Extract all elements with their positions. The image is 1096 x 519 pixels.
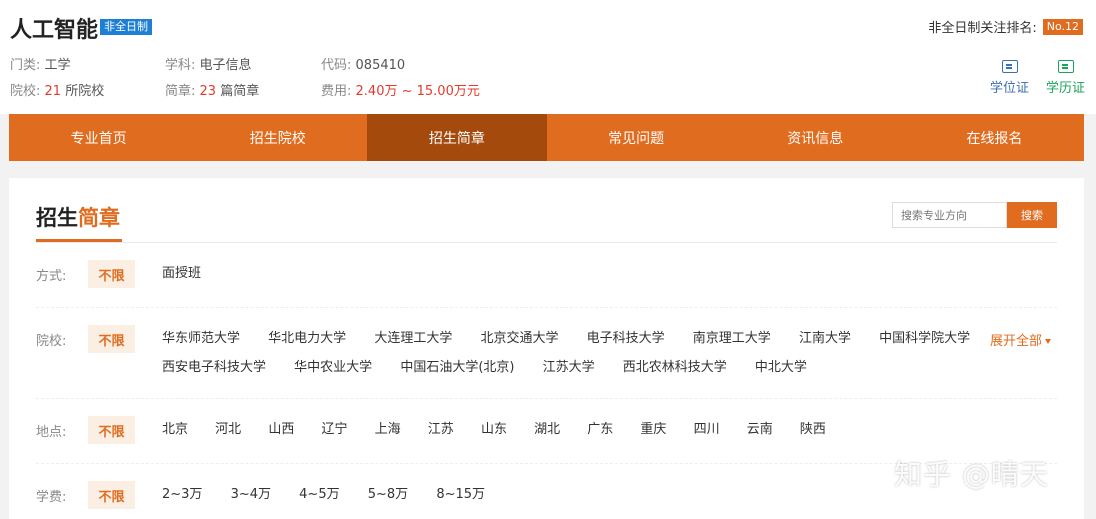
school-option[interactable]: 华北电力大学 (268, 331, 346, 346)
nav-home[interactable]: 专业首页 (9, 114, 188, 161)
filter-options: 华东师范大学 华北电力大学 大连理工大学 北京交通大学 电子科技大学 南京理工大… (162, 329, 994, 387)
attention-rank: 非全日制关注排名: No.12 (928, 17, 1083, 36)
school-option[interactable]: 中北大学 (755, 360, 807, 375)
schools-count: 21 (44, 84, 62, 99)
region-option[interactable]: 重庆 (640, 422, 666, 437)
school-option[interactable]: 大连理工大学 (374, 331, 452, 346)
filter-option[interactable]: 面授班 (162, 266, 201, 281)
page-title: 人工智能 (10, 18, 99, 43)
region-option[interactable]: 北京 (162, 422, 188, 437)
caret-down-icon (1045, 339, 1051, 344)
nav-apply[interactable]: 在线报名 (905, 114, 1084, 161)
school-option[interactable]: 西安电子科技大学 (162, 360, 266, 375)
nav-news[interactable]: 资讯信息 (726, 114, 905, 161)
subject-meta: 学科: 电子信息 (165, 54, 252, 73)
brochure-count: 23 (199, 84, 217, 99)
fee-meta: 费用: 2.40万 ~ 15.00万元 (321, 80, 480, 99)
subject-key: 学科: (165, 58, 196, 73)
edu-cert[interactable]: 学历证 (1046, 60, 1085, 96)
fee-value: 2.40万 ~ 15.00万元 (355, 84, 480, 99)
filter-all-option[interactable]: 不限 (88, 416, 135, 444)
fee-option[interactable]: 5~8万 (368, 487, 408, 502)
row-divider (36, 398, 1057, 399)
degree-cert[interactable]: 学位证 (990, 60, 1029, 96)
school-option[interactable]: 华东师范大学 (162, 331, 240, 346)
certificate-icon (1001, 60, 1018, 73)
region-option[interactable]: 江苏 (428, 422, 454, 437)
filter-label: 学费: (36, 490, 67, 505)
study-mode-badge: 非全日制 (100, 19, 152, 35)
nav-schools[interactable]: 招生院校 (188, 114, 367, 161)
region-option[interactable]: 云南 (747, 422, 773, 437)
expand-all-label: 展开全部 (989, 334, 1042, 349)
school-option[interactable]: 华中农业大学 (294, 360, 372, 375)
filter-all-option[interactable]: 不限 (88, 325, 135, 353)
edu-cert-label: 学历证 (1046, 81, 1086, 96)
direction-search-input[interactable] (892, 202, 1007, 228)
filter-options: 北京 河北 山西 辽宁 上海 江苏 山东 湖北 广东 重庆 四川 云南 陕西 (162, 420, 849, 449)
filter-label: 地点: (36, 425, 67, 440)
filter-label: 院校: (36, 334, 67, 349)
degree-cert-label: 学位证 (990, 81, 1030, 96)
school-option[interactable]: 中国石油大学(北京) (400, 360, 514, 375)
school-option[interactable]: 西北农林科技大学 (623, 360, 727, 375)
major-nav: 专业首页 招生院校 招生简章 常见问题 资讯信息 在线报名 (9, 114, 1084, 161)
major-header: 人工智能 非全日制 非全日制关注排名: No.12 门类: 工学 学科: 电子信… (0, 0, 1096, 114)
filter-all-option[interactable]: 不限 (88, 260, 135, 288)
code-meta: 代码: 085410 (321, 54, 405, 73)
search-button[interactable]: 搜索 (1007, 202, 1057, 228)
school-option[interactable]: 江南大学 (799, 331, 851, 346)
rank-badge: No.12 (1042, 18, 1083, 35)
category-meta: 门类: 工学 (10, 54, 71, 73)
fee-option[interactable]: 2~3万 (162, 487, 202, 502)
nav-brochures[interactable]: 招生简章 (367, 114, 547, 161)
panel-title-part2: 简章 (78, 206, 120, 230)
fee-key: 费用: (321, 84, 352, 99)
region-option[interactable]: 河北 (215, 422, 241, 437)
filter-all-option[interactable]: 不限 (88, 481, 135, 509)
school-option[interactable]: 中国科学院大学 (879, 331, 970, 346)
code-key: 代码: (321, 58, 352, 73)
region-option[interactable]: 湖北 (534, 422, 560, 437)
code-value: 085410 (355, 58, 406, 73)
title-divider (36, 242, 1057, 243)
category-key: 门类: (10, 58, 41, 73)
region-option[interactable]: 山西 (268, 422, 294, 437)
fee-option[interactable]: 8~15万 (436, 487, 485, 502)
filter-options: 2~3万 3~4万 4~5万 5~8万 8~15万 (162, 485, 509, 514)
region-option[interactable]: 山东 (481, 422, 507, 437)
panel-title: 招生简章 (36, 202, 120, 232)
nav-faq[interactable]: 常见问题 (547, 114, 726, 161)
certificate-icon (1057, 60, 1074, 73)
region-option[interactable]: 陕西 (800, 422, 826, 437)
row-divider (36, 307, 1057, 308)
schools-suffix: 所院校 (65, 84, 105, 99)
school-option[interactable]: 南京理工大学 (693, 331, 771, 346)
school-option[interactable]: 北京交通大学 (480, 331, 558, 346)
rank-label: 非全日制关注排名: (928, 21, 1037, 36)
school-option[interactable]: 江苏大学 (543, 360, 595, 375)
filter-options: 面授班 (162, 264, 225, 293)
brochure-key: 简章: (165, 84, 196, 99)
region-option[interactable]: 四川 (694, 422, 720, 437)
subject-value: 电子信息 (199, 58, 252, 73)
filter-label: 方式: (36, 269, 67, 284)
panel-title-part1: 招生 (36, 206, 78, 230)
school-option[interactable]: 电子科技大学 (587, 331, 665, 346)
category-value: 工学 (44, 58, 71, 73)
fee-option[interactable]: 4~5万 (299, 487, 339, 502)
fee-option[interactable]: 3~4万 (231, 487, 271, 502)
region-option[interactable]: 广东 (587, 422, 613, 437)
region-option[interactable]: 辽宁 (321, 422, 347, 437)
brochure-meta[interactable]: 简章: 23 篇简章 (165, 80, 259, 99)
schools-key: 院校: (10, 84, 41, 99)
region-option[interactable]: 上海 (375, 422, 401, 437)
watermark: 知乎 @晴天 (894, 458, 1049, 491)
expand-all-link[interactable]: 展开全部 (990, 330, 1051, 349)
brochure-suffix: 篇简章 (220, 84, 260, 99)
schools-meta[interactable]: 院校: 21 所院校 (10, 80, 104, 99)
